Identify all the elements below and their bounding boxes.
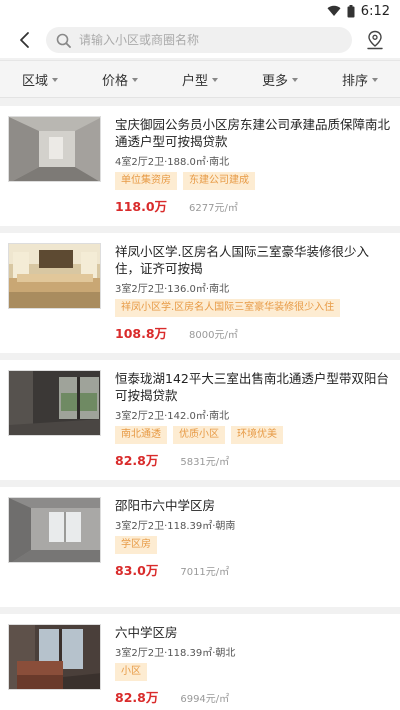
- listing-photo: [8, 243, 101, 309]
- listing-unit-price: 7011元/㎡: [180, 567, 230, 578]
- caret-down-icon: [212, 77, 218, 82]
- search-input[interactable]: [79, 33, 342, 47]
- filter-price[interactable]: 价格: [80, 70, 160, 89]
- listing-card[interactable]: 宝庆御园公务员小区房东建公司承建品质保障南北通透户型可按揭贷款 4室2厅2卫·1…: [0, 106, 400, 226]
- status-time: 6:12: [360, 3, 390, 19]
- listing-tag: 南北通透: [115, 426, 167, 444]
- listing-tag: 东建公司建成: [183, 172, 255, 190]
- back-button[interactable]: [10, 26, 38, 54]
- caret-down-icon: [52, 77, 58, 82]
- listing-tags: 学区房: [115, 536, 390, 554]
- filter-more[interactable]: 更多: [240, 70, 320, 89]
- listing-tags: 南北通透 优质小区 环境优美: [115, 426, 390, 444]
- filter-area[interactable]: 区域: [0, 70, 80, 89]
- listing-tags: 小区: [115, 663, 390, 681]
- listing-card[interactable]: 六中学区房 3室2厅2卫·118.39㎡·朝北 小区 82.8万 6994元/㎡: [0, 614, 400, 710]
- filter-sort[interactable]: 排序: [320, 70, 400, 89]
- listing-unit-price: 6994元/㎡: [180, 694, 230, 705]
- listing-title: 祥凤小区学.区房名人国际三室豪华装修很少入住，证齐可按揭: [115, 244, 369, 276]
- listing-list: 宝庆御园公务员小区房东建公司承建品质保障南北通透户型可按揭贷款 4室2厅2卫·1…: [0, 106, 400, 710]
- chevron-left-icon: [20, 32, 29, 48]
- listing-tag: 小区: [115, 663, 147, 681]
- caret-down-icon: [372, 77, 378, 82]
- listing-photo: [8, 497, 101, 563]
- listing-spec: 4室2厅2卫·188.0㎡·南北: [115, 157, 230, 168]
- listing-tag: 学区房: [115, 536, 157, 554]
- filter-label: 更多: [261, 73, 288, 89]
- listing-photo: [8, 116, 101, 182]
- filter-label: 排序: [341, 73, 368, 89]
- map-button[interactable]: [360, 25, 390, 55]
- filter-layout[interactable]: 户型: [160, 70, 240, 89]
- filter-label: 价格: [101, 73, 128, 89]
- listing-unit-price: 8000元/㎡: [189, 330, 238, 341]
- listing-title: 六中学区房: [115, 625, 178, 640]
- listing-spec: 3室2厅2卫·136.0㎡·南北: [115, 284, 230, 295]
- listing-tag: 优质小区: [173, 426, 225, 444]
- listing-photo: [8, 624, 101, 690]
- listing-tag: 环境优美: [231, 426, 283, 444]
- listing-tag: 单位集资房: [115, 172, 177, 190]
- listing-title: 邵阳市六中学区房: [115, 498, 216, 513]
- listing-card[interactable]: 恒泰珑湖142平大三室出售南北通透户型带双阳台可按揭贷款 3室2厅2卫·142.…: [0, 360, 400, 480]
- listing-spec: 3室2厅2卫·118.39㎡·朝南: [115, 521, 236, 532]
- listing-title: 宝庆御园公务员小区房东建公司承建品质保障南北通透户型可按揭贷款: [115, 117, 390, 149]
- caret-down-icon: [292, 77, 298, 82]
- listing-price: 108.8万: [115, 326, 168, 341]
- search-icon: [56, 33, 71, 48]
- battery-icon: [347, 4, 355, 17]
- filter-label: 户型: [181, 73, 208, 89]
- listing-photo: [8, 370, 101, 436]
- listing-spec: 3室2厅2卫·118.39㎡·朝北: [115, 648, 236, 659]
- listing-price: 82.8万: [115, 453, 159, 468]
- search-box[interactable]: [46, 27, 352, 53]
- listing-tags: 单位集资房 东建公司建成: [115, 172, 390, 190]
- listing-spec: 3室2厅2卫·142.0㎡·南北: [115, 411, 230, 422]
- wifi-icon: [327, 5, 341, 16]
- location-pin-icon: [367, 30, 383, 50]
- listing-title: 恒泰珑湖142平大三室出售南北通透户型带双阳台可按揭贷款: [115, 371, 389, 403]
- listing-price: 83.0万: [115, 563, 159, 578]
- listing-tags: 祥凤小区学.区房名人国际三室豪华装修很少入住: [115, 299, 390, 317]
- listing-unit-price: 5831元/㎡: [180, 457, 230, 468]
- listing-price: 82.8万: [115, 690, 159, 705]
- filter-label: 区域: [21, 73, 48, 89]
- listing-unit-price: 6277元/㎡: [189, 203, 238, 214]
- listing-card[interactable]: 邵阳市六中学区房 3室2厅2卫·118.39㎡·朝南 学区房 83.0万 701…: [0, 487, 400, 607]
- status-bar: 6:12: [0, 0, 400, 22]
- listing-tag: 祥凤小区学.区房名人国际三室豪华装修很少入住: [115, 299, 341, 317]
- search-bar: [0, 22, 400, 58]
- listing-card[interactable]: 祥凤小区学.区房名人国际三室豪华装修很少入住，证齐可按揭 3室2厅2卫·136.…: [0, 233, 400, 353]
- listing-price: 118.0万: [115, 199, 168, 214]
- filter-bar: 区域 价格 户型 更多 排序: [0, 60, 400, 98]
- caret-down-icon: [132, 77, 138, 82]
